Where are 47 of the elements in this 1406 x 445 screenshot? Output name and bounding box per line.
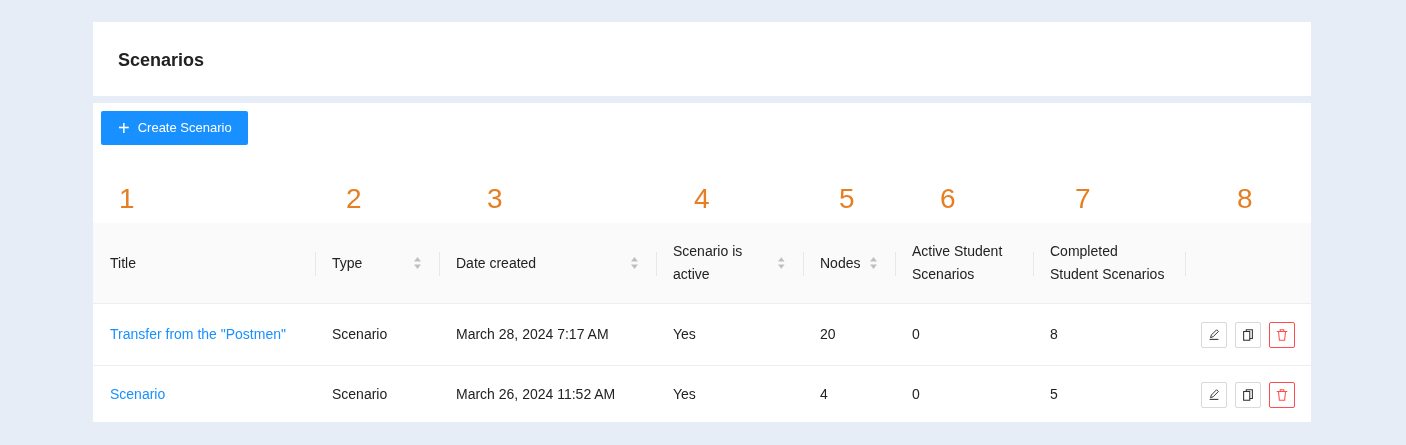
column-header: Title bbox=[110, 253, 136, 273]
copy-icon bbox=[1241, 387, 1255, 402]
table-cell: March 26, 2024 11:52 AM bbox=[456, 386, 616, 402]
table-cell: Scenario bbox=[332, 386, 388, 402]
column-header: Scenario is active bbox=[673, 242, 744, 284]
annotation-number: 7 bbox=[1075, 183, 1091, 214]
annotation-number: 5 bbox=[839, 183, 855, 214]
page-title: Scenarios bbox=[118, 50, 206, 72]
column-header: Nodes bbox=[820, 253, 861, 273]
delete-button[interactable] bbox=[1269, 321, 1295, 348]
sort-icon[interactable] bbox=[777, 255, 786, 271]
table-cell: March 28, 2024 7:17 AM bbox=[456, 326, 609, 342]
pencil-icon bbox=[1207, 387, 1221, 402]
scenario-link[interactable]: Scenario bbox=[110, 386, 166, 402]
column-header: Active Student Scenarios bbox=[912, 242, 1004, 284]
copy-button[interactable] bbox=[1235, 321, 1261, 348]
annotation-number: 4 bbox=[694, 183, 710, 214]
table-cell: Scenario bbox=[332, 326, 388, 342]
table-cell: 20 bbox=[820, 326, 836, 342]
scenario-link[interactable]: Transfer from the "Postmen" bbox=[110, 326, 286, 342]
edit-button[interactable] bbox=[1201, 321, 1227, 348]
table-cell: 4 bbox=[820, 386, 828, 402]
annotation-number: 3 bbox=[487, 183, 503, 214]
copy-button[interactable] bbox=[1235, 381, 1261, 408]
delete-button[interactable] bbox=[1269, 381, 1295, 408]
table-cell: 0 bbox=[912, 326, 920, 342]
column-header: Date created bbox=[456, 253, 537, 273]
copy-icon bbox=[1241, 327, 1255, 342]
annotation-number: 2 bbox=[346, 183, 362, 214]
sort-icon[interactable] bbox=[630, 255, 639, 271]
sort-icon[interactable] bbox=[869, 255, 878, 271]
sort-icon[interactable] bbox=[413, 255, 422, 271]
trash-icon bbox=[1275, 327, 1289, 342]
trash-icon bbox=[1275, 387, 1289, 402]
annotation-number: 6 bbox=[940, 183, 956, 214]
annotation-number: 8 bbox=[1237, 183, 1253, 214]
table-cell: 8 bbox=[1050, 326, 1058, 342]
table-cell: Yes bbox=[673, 386, 696, 402]
annotation-number: 1 bbox=[119, 183, 135, 214]
edit-button[interactable] bbox=[1201, 381, 1227, 408]
table-cell: 5 bbox=[1050, 386, 1058, 402]
create-scenario-button[interactable]: + Create Scenario bbox=[101, 111, 248, 145]
column-header: Type bbox=[332, 253, 363, 273]
column-header: Completed Student Scenarios bbox=[1050, 242, 1166, 284]
table-cell: 0 bbox=[912, 386, 920, 402]
pencil-icon bbox=[1207, 327, 1221, 342]
table-cell: Yes bbox=[673, 326, 696, 342]
